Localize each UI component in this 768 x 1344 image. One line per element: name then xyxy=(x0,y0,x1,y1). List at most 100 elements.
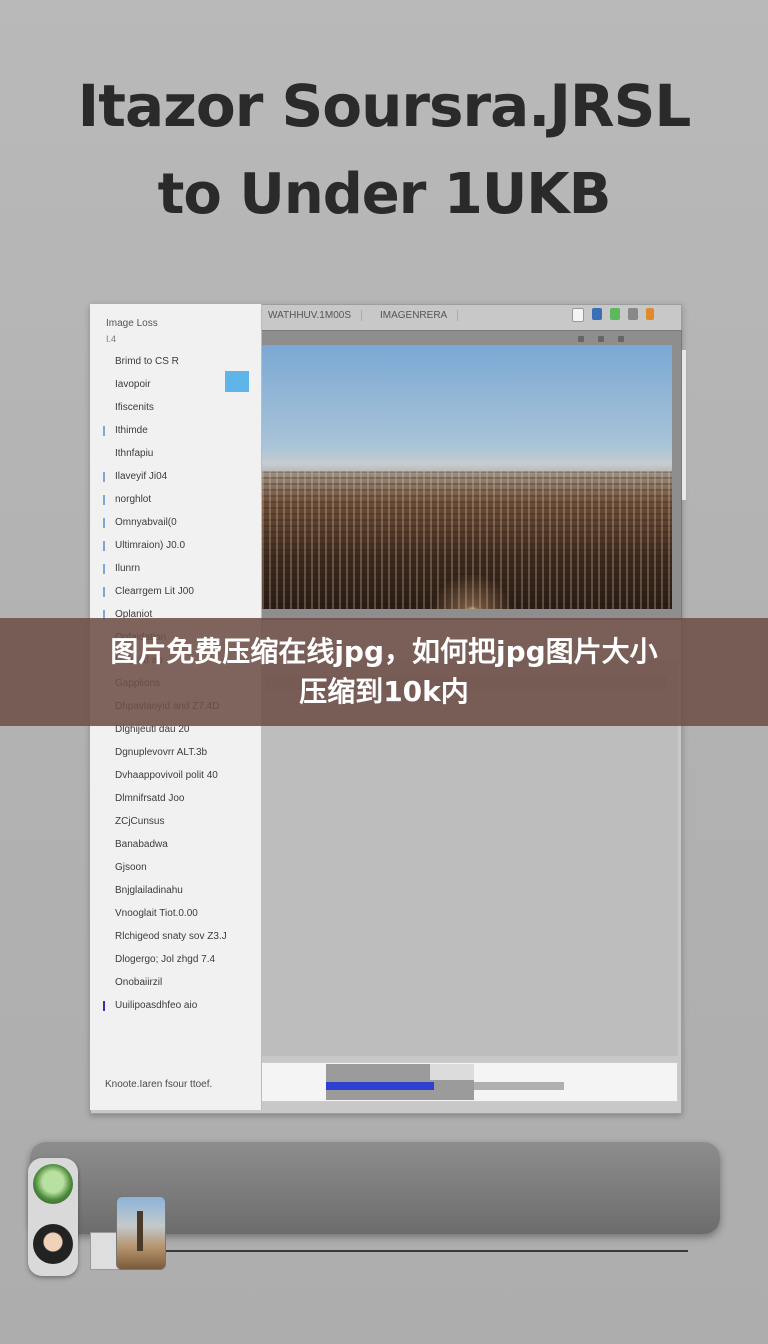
checkbox-icon[interactable] xyxy=(103,471,111,482)
sidebar-item-label: Onobaiirzil xyxy=(115,977,163,988)
warning-icon[interactable] xyxy=(646,308,654,320)
checkbox-icon[interactable] xyxy=(103,725,111,735)
thumbnail-tower xyxy=(137,1211,143,1251)
checkbox-icon[interactable] xyxy=(103,540,111,551)
checkbox-icon[interactable] xyxy=(103,449,111,459)
progress-remaining xyxy=(474,1082,564,1090)
grid-icon[interactable] xyxy=(578,336,584,342)
avatar[interactable] xyxy=(33,1164,73,1204)
sidebar-item[interactable]: Vnooglait Tiot.0.00 xyxy=(103,902,253,925)
sidebar-item-label: Brimd to CS R xyxy=(115,356,179,367)
sidebar-item[interactable]: Ilaveyif Ji04 xyxy=(103,465,253,488)
sidebar-item-label: Bnjglailadinahu xyxy=(115,885,183,896)
checkbox-icon[interactable] xyxy=(103,403,111,413)
sidebar-item-label: norghlot xyxy=(115,494,152,505)
close-icon[interactable] xyxy=(618,336,624,342)
sidebar-item-label: Ithimde xyxy=(115,425,148,436)
check-icon[interactable] xyxy=(610,308,620,320)
sidebar-item-label: Ultimraion) J0.0 xyxy=(115,540,186,551)
sidebar-item[interactable]: Dvhaappovivoil polit 40 xyxy=(103,764,253,787)
sidebar-item-label: Ilunrn xyxy=(115,563,141,574)
sidebar-item[interactable]: Banabadwa xyxy=(103,833,253,856)
checkbox-icon[interactable] xyxy=(103,817,111,827)
checkbox-icon[interactable] xyxy=(103,586,111,597)
viewer-icons xyxy=(578,336,624,342)
checkbox-icon[interactable] xyxy=(103,748,111,758)
sidebar-item[interactable]: Rlchigeod snaty sov Z3.J xyxy=(103,925,253,948)
checkbox-icon[interactable] xyxy=(103,563,111,574)
sidebar-item[interactable]: Ithimde xyxy=(103,419,253,442)
lock-icon[interactable] xyxy=(592,308,602,320)
progress-fill xyxy=(326,1082,435,1090)
checkbox-icon[interactable] xyxy=(103,794,111,804)
sidebar-item-label: Rlchigeod snaty sov Z3.J xyxy=(115,931,227,942)
checkbox-icon[interactable] xyxy=(103,863,111,873)
checkbox-icon[interactable] xyxy=(103,955,111,965)
tab-2[interactable]: IMAGENRERA xyxy=(380,310,459,321)
progress-highlight xyxy=(430,1064,474,1080)
sidebar-item[interactable]: ZCjCunsus xyxy=(103,810,253,833)
dock-divider xyxy=(160,1250,688,1252)
sidebar-item-label: ZCjCunsus xyxy=(115,816,165,827)
checkbox-icon[interactable] xyxy=(103,517,111,528)
sidebar-item-label: Ifiscenits xyxy=(115,402,154,413)
sidebar-header: Image Loss xyxy=(106,318,158,329)
sidebar-item-label: Vnooglait Tiot.0.00 xyxy=(115,908,198,919)
checkbox-icon[interactable] xyxy=(103,357,111,367)
hero-title-line2: to Under 1UKB xyxy=(157,162,612,227)
checkbox-icon[interactable] xyxy=(103,771,111,781)
sidebar-item-label: Uuilipoasdhfeo aio xyxy=(115,1000,198,1011)
sidebar-item[interactable]: Clearrgem Lit J00 xyxy=(103,580,253,603)
checkbox-icon[interactable] xyxy=(103,494,111,505)
sidebar-item[interactable]: Ilunrn xyxy=(103,557,253,580)
checkbox-icon[interactable] xyxy=(103,909,111,919)
checkbox-icon[interactable] xyxy=(103,978,111,988)
sidebar-item-label: Banabadwa xyxy=(115,839,168,850)
document-icon[interactable] xyxy=(572,308,584,322)
avatar[interactable] xyxy=(33,1224,73,1264)
tab-1[interactable]: WATHHUV.1M00S xyxy=(268,310,362,321)
sidebar-item[interactable]: norghlot xyxy=(103,488,253,511)
sidebar-item-label: Dgnuplevovrr ALT.3b xyxy=(115,747,208,758)
sidebar-item-label: Omnyabvail(0 xyxy=(115,517,177,528)
checkbox-icon[interactable] xyxy=(103,932,111,942)
file-icon[interactable] xyxy=(628,308,638,320)
toolbar-icons xyxy=(572,308,654,322)
checkbox-icon[interactable] xyxy=(103,886,111,896)
checkbox-icon[interactable] xyxy=(103,1000,111,1011)
viewer-scrollbar[interactable] xyxy=(682,350,686,500)
sidebar-item[interactable]: Dlmnifrsatd Joo xyxy=(103,787,253,810)
checkbox-icon[interactable] xyxy=(103,380,111,390)
sidebar-item[interactable]: Ultimraion) J0.0 xyxy=(103,534,253,557)
sidebar-footer: Knoote.Iaren fsour ttoef. xyxy=(105,1079,213,1090)
caption-banner: 图片免费压缩在线jpg，如何把jpg图片大小 压缩到10k内 xyxy=(0,618,768,726)
sidebar-item[interactable]: Uuilipoasdhfeo aio xyxy=(103,994,253,1017)
checkbox-icon[interactable] xyxy=(103,425,111,436)
checkbox-icon[interactable] xyxy=(103,840,111,850)
sidebar-item[interactable]: Brimd to CS R xyxy=(103,350,253,373)
sidebar-item-label: Clearrgem Lit J00 xyxy=(115,586,194,597)
sidebar-item-label: Dvhaappovivoil polit 40 xyxy=(115,770,218,781)
sidebar-item-label: Ilaveyif Ji04 xyxy=(115,471,168,482)
toolbar-tabs: WATHHUV.1M00S IMAGENRERA xyxy=(268,310,459,321)
caption-line1: 图片免费压缩在线jpg，如何把jpg图片大小 xyxy=(110,635,658,668)
sidebar-item[interactable]: Ithnfapiu xyxy=(103,442,253,465)
expand-icon[interactable] xyxy=(598,336,604,342)
sidebar-item-label: Gjsoon xyxy=(115,862,147,873)
photo-fireworks xyxy=(412,545,532,609)
sidebar-item[interactable]: Ifiscenits xyxy=(103,396,253,419)
sidebar-item-label: Dlmnifrsatd Joo xyxy=(115,793,185,804)
caption-line2: 压缩到10k内 xyxy=(299,675,469,708)
photo-thumbnail[interactable] xyxy=(116,1196,166,1270)
sidebar-item-label: Ithnfapiu xyxy=(115,448,154,459)
sidebar-item[interactable]: Bnjglailadinahu xyxy=(103,879,253,902)
sidebar-item[interactable]: Gjsoon xyxy=(103,856,253,879)
preview-photo[interactable] xyxy=(262,345,672,609)
sidebar-item[interactable]: Dgnuplevovrr ALT.3b xyxy=(103,741,253,764)
sidebar-subheader: I.4 xyxy=(106,334,117,344)
color-swatch[interactable] xyxy=(225,371,249,392)
sidebar-item[interactable]: Dlogergo; Jol zhgd 7.4 xyxy=(103,948,253,971)
sidebar-item-label: Iavopoir xyxy=(115,379,151,390)
sidebar-item[interactable]: Omnyabvail(0 xyxy=(103,511,253,534)
sidebar-item[interactable]: Onobaiirzil xyxy=(103,971,253,994)
